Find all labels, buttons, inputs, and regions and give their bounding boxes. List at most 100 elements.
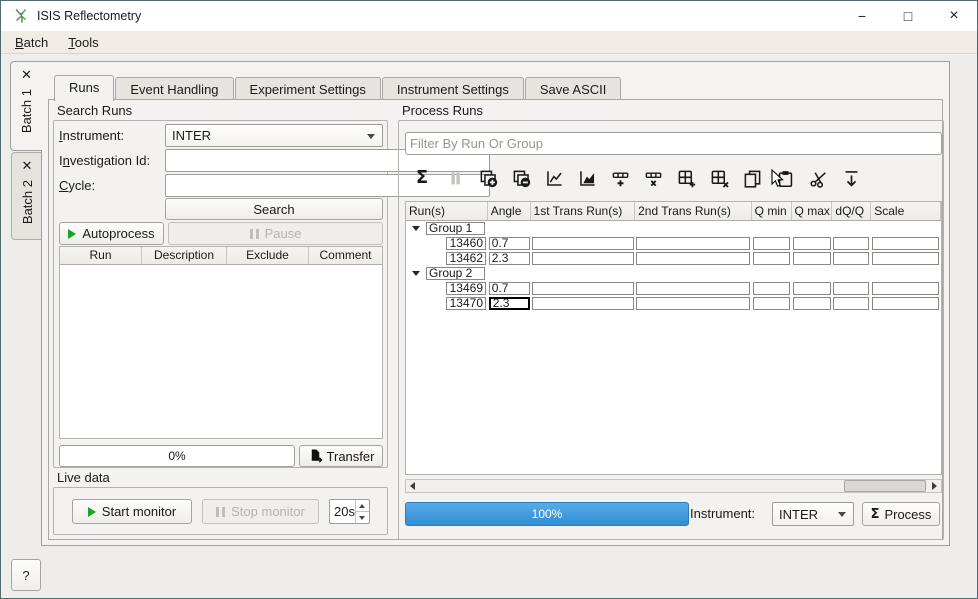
paste-icon[interactable] — [772, 165, 798, 191]
group-name-cell[interactable]: Group 1 — [426, 222, 485, 235]
search-button[interactable]: Search — [165, 198, 383, 220]
trans1-cell[interactable] — [532, 237, 634, 250]
spin-up-button[interactable] — [356, 500, 369, 511]
qmin-cell[interactable] — [753, 297, 790, 310]
column-header-angle[interactable]: Angle — [488, 202, 531, 220]
column-header-2nd-trans-run-s-[interactable]: 2nd Trans Run(s) — [635, 202, 752, 220]
dqq-cell[interactable] — [833, 237, 869, 250]
horizontal-scrollbar[interactable] — [405, 479, 942, 493]
close-button[interactable]: × — [931, 1, 977, 31]
stop-monitor-button[interactable]: Stop monitor — [202, 499, 319, 524]
cut-icon[interactable] — [805, 165, 831, 191]
scale-column — [871, 296, 941, 311]
qmax-cell[interactable] — [793, 282, 831, 295]
trans2-cell[interactable] — [636, 297, 750, 310]
stop-monitor-label: Stop monitor — [231, 504, 305, 519]
help-button[interactable]: ? — [11, 559, 41, 591]
pause-icon[interactable] — [442, 165, 468, 191]
batch-tab-1[interactable]: ✕Batch 1 — [10, 61, 42, 151]
column-header-scale[interactable]: Scale — [871, 202, 941, 220]
fill-down-icon[interactable] — [838, 165, 864, 191]
scrollbar-thumb[interactable] — [844, 480, 926, 492]
group-name-cell[interactable]: Group 2 — [426, 267, 485, 280]
filter-input[interactable] — [405, 132, 942, 155]
angle-cell[interactable]: 0.7 — [489, 282, 530, 295]
maximize-button[interactable]: □ — [885, 1, 931, 31]
trans1-cell[interactable] — [532, 297, 634, 310]
trans2-cell[interactable] — [636, 252, 750, 265]
pause-button[interactable]: Pause — [168, 222, 383, 245]
batch-tab-close-icon[interactable]: ✕ — [21, 69, 32, 81]
process-runs-table[interactable]: Run(s)Angle1st Trans Run(s)2nd Trans Run… — [405, 201, 942, 475]
dqq-cell[interactable] — [833, 252, 869, 265]
angle-cell[interactable]: 2.3 — [489, 297, 530, 310]
menu-batch[interactable]: Batch — [5, 33, 58, 52]
update-interval-spinner[interactable]: 20s — [329, 499, 370, 524]
column-header-q-min[interactable]: Q min — [752, 202, 792, 220]
delete-row-icon[interactable] — [640, 165, 666, 191]
tab-runs[interactable]: Runs — [54, 75, 114, 101]
expand-collapse-icon[interactable] — [412, 271, 420, 276]
trans1-cell[interactable] — [532, 252, 634, 265]
insert-row-icon[interactable] — [607, 165, 633, 191]
qmin-cell[interactable] — [753, 282, 790, 295]
expand-collapse-icon[interactable] — [412, 226, 420, 231]
qmin-column — [752, 281, 792, 296]
batch-tab-2[interactable]: ✕Batch 2 — [11, 152, 42, 240]
column-header-run[interactable]: Run — [60, 247, 142, 264]
scroll-right-button[interactable] — [928, 480, 941, 492]
column-header-run-s-[interactable]: Run(s) — [406, 202, 488, 220]
scroll-left-button[interactable] — [406, 480, 419, 492]
autoprocess-button[interactable]: Autoprocess — [59, 222, 164, 245]
scale-cell[interactable] — [872, 237, 939, 250]
run-cell[interactable]: 13469 — [446, 282, 486, 295]
start-monitor-button[interactable]: Start monitor — [72, 499, 192, 524]
search-results-table[interactable]: RunDescriptionExcludeComment — [59, 246, 383, 439]
instrument-combo[interactable]: INTER — [772, 502, 854, 526]
tab-instrument-settings[interactable]: Instrument Settings — [382, 77, 524, 100]
scale-cell[interactable] — [872, 252, 939, 265]
plot-selected-stitched-icon[interactable] — [574, 165, 600, 191]
run-cell[interactable]: 13462 — [446, 252, 486, 265]
tab-event-handling[interactable]: Event Handling — [115, 77, 233, 100]
scale-cell[interactable] — [872, 282, 939, 295]
instrument-combo[interactable]: INTER — [165, 124, 383, 147]
angle-cell[interactable]: 0.7 — [489, 237, 530, 250]
scale-cell[interactable] — [872, 297, 939, 310]
trans1-cell[interactable] — [532, 282, 634, 295]
delete-group-icon[interactable] — [706, 165, 732, 191]
column-header-1st-trans-run-s-[interactable]: 1st Trans Run(s) — [531, 202, 636, 220]
qmax-cell[interactable] — [793, 237, 831, 250]
angle-cell[interactable]: 2.3 — [489, 252, 530, 265]
run-cell[interactable]: 13470 — [446, 297, 486, 310]
process-button[interactable]: Σ Process — [862, 502, 940, 526]
menu-tools[interactable]: Tools — [58, 33, 108, 52]
collapse-all-groups-icon[interactable] — [508, 165, 534, 191]
trans2-cell[interactable] — [636, 237, 750, 250]
tab-save-ascii[interactable]: Save ASCII — [525, 77, 621, 100]
batch-tab-close-icon[interactable]: ✕ — [22, 160, 33, 172]
trans2-cell[interactable] — [636, 282, 750, 295]
insert-group-icon[interactable] — [673, 165, 699, 191]
column-header-exclude[interactable]: Exclude — [227, 247, 309, 264]
dqq-cell[interactable] — [833, 297, 869, 310]
expand-all-groups-icon[interactable] — [475, 165, 501, 191]
qmin-cell[interactable] — [753, 252, 790, 265]
column-header-dq-q[interactable]: dQ/Q — [832, 202, 871, 220]
tab-experiment-settings[interactable]: Experiment Settings — [235, 77, 381, 100]
update-interval-value: 20s — [330, 500, 355, 523]
qmax-cell[interactable] — [793, 297, 831, 310]
dqq-cell[interactable] — [833, 282, 869, 295]
column-header-description[interactable]: Description — [142, 247, 227, 264]
qmax-cell[interactable] — [793, 252, 831, 265]
process-icon[interactable]: Σ — [409, 165, 435, 191]
minimize-button[interactable]: − — [839, 1, 885, 31]
spin-down-button[interactable] — [356, 511, 369, 523]
plot-selected-icon[interactable] — [541, 165, 567, 191]
transfer-button[interactable]: Transfer — [299, 445, 383, 467]
copy-icon[interactable] — [739, 165, 765, 191]
run-cell[interactable]: 13460 — [446, 237, 486, 250]
qmin-cell[interactable] — [753, 237, 790, 250]
column-header-q-max[interactable]: Q max — [792, 202, 833, 220]
column-header-comment[interactable]: Comment — [309, 247, 382, 264]
